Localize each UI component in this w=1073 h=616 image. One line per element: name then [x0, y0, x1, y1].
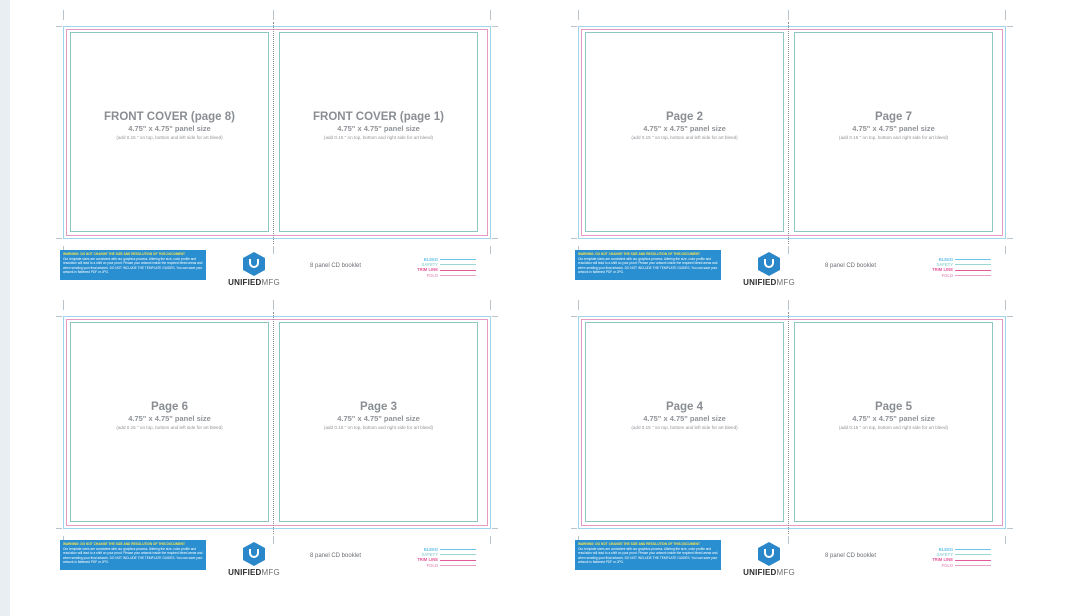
panel-size: 4.75" x 4.75" panel size [643, 124, 726, 133]
booklet-label: 8 panel CD booklet [825, 553, 877, 559]
warning-box: WARNING: DO NOT CHANGE THE SIZE AND RESO… [60, 250, 206, 280]
booklet-label: 8 panel CD booklet [310, 553, 362, 559]
panel-right: Page 7 4.75" x 4.75" panel size (add 0.1… [794, 32, 993, 232]
panel-bleed-note: (add 0.15 " on top, bottom and left side… [631, 425, 738, 430]
booklet-label: 8 panel CD booklet [310, 263, 362, 269]
panel-bleed-note: (add 0.15 " on top, bottom and left side… [631, 135, 738, 140]
warning-body: Our template sizes are consistent with o… [63, 257, 203, 274]
panel-size: 4.75" x 4.75" panel size [128, 124, 211, 133]
fold-line [788, 22, 789, 244]
panel-left: FRONT COVER (page 8) 4.75" x 4.75" panel… [70, 32, 269, 232]
panel-title: Page 6 [150, 401, 189, 413]
brand-name: UNIFIEDMFG [743, 278, 795, 287]
fold-line [273, 22, 274, 244]
legend-fold: FOLD [416, 273, 476, 278]
panel-size: 4.75" x 4.75" panel size [337, 414, 420, 423]
company-logo: UNIFIEDMFG [739, 252, 799, 288]
line-legend: BLEED SAFETY TRIM LINE FOLD [931, 257, 991, 278]
sheet-2: Page 2 4.75" x 4.75" panel size (add 0.1… [571, 10, 1013, 300]
brand-name: UNIFIEDMFG [743, 568, 795, 577]
warning-body: Our template sizes are consistent with o… [578, 257, 718, 274]
left-edge-strip [0, 0, 10, 616]
panel-title: FRONT COVER (page 1) [313, 111, 444, 123]
template-page: FRONT COVER (page 8) 4.75" x 4.75" panel… [10, 0, 1073, 616]
panel-title: Page 3 [359, 401, 398, 413]
line-legend: BLEED SAFETY TRIM LINE FOLD [416, 257, 476, 278]
line-legend: BLEED SAFETY TRIM LINE FOLD [931, 547, 991, 568]
warning-box: WARNING: DO NOT CHANGE THE SIZE AND RESO… [60, 540, 206, 570]
brand-name: UNIFIEDMFG [228, 568, 280, 577]
panel-bleed-note: (add 0.15 " on top, bottom and right sid… [838, 425, 949, 430]
panel-size: 4.75" x 4.75" panel size [852, 124, 935, 133]
hexagon-logo-icon [243, 542, 265, 566]
company-logo: UNIFIEDMFG [739, 542, 799, 578]
fold-line [788, 312, 789, 534]
warning-heading: WARNING: DO NOT CHANGE THE SIZE AND RESO… [578, 252, 700, 256]
warning-heading: WARNING: DO NOT CHANGE THE SIZE AND RESO… [578, 542, 700, 546]
booklet-label: 8 panel CD booklet [825, 263, 877, 269]
panel-title: Page 2 [665, 111, 704, 123]
warning-heading: WARNING: DO NOT CHANGE THE SIZE AND RESO… [63, 542, 185, 546]
panel-size: 4.75" x 4.75" panel size [852, 414, 935, 423]
sheet-4: Page 4 4.75" x 4.75" panel size (add 0.1… [571, 300, 1013, 590]
panel-left: Page 4 4.75" x 4.75" panel size (add 0.1… [585, 322, 784, 522]
warning-body: Our template sizes are consistent with o… [578, 547, 718, 564]
panel-title: Page 5 [874, 401, 913, 413]
panel-title: Page 4 [665, 401, 704, 413]
hexagon-logo-icon [243, 252, 265, 276]
panel-bleed-note: (add 0.15 " on top, bottom and right sid… [323, 135, 434, 140]
panel-title: FRONT COVER (page 8) [104, 111, 235, 123]
company-logo: UNIFIEDMFG [224, 252, 284, 288]
panel-size: 4.75" x 4.75" panel size [337, 124, 420, 133]
panel-bleed-note: (add 0.15 " on top, bottom and right sid… [323, 425, 434, 430]
panel-size: 4.75" x 4.75" panel size [128, 414, 211, 423]
brand-name: UNIFIEDMFG [228, 278, 280, 287]
legend-fold: FOLD [931, 563, 991, 568]
panel-bleed-note: (add 0.15 " on top, bottom and right sid… [838, 135, 949, 140]
warning-heading: WARNING: DO NOT CHANGE THE SIZE AND RESO… [63, 252, 185, 256]
panel-right: Page 5 4.75" x 4.75" panel size (add 0.1… [794, 322, 993, 522]
warning-box: WARNING: DO NOT CHANGE THE SIZE AND RESO… [575, 540, 721, 570]
panel-bleed-note: (add 0.15 " on top, bottom and left side… [116, 425, 223, 430]
panel-left: Page 2 4.75" x 4.75" panel size (add 0.1… [585, 32, 784, 232]
panel-left: Page 6 4.75" x 4.75" panel size (add 0.1… [70, 322, 269, 522]
panel-right: FRONT COVER (page 1) 4.75" x 4.75" panel… [279, 32, 478, 232]
fold-line [273, 312, 274, 534]
warning-box: WARNING: DO NOT CHANGE THE SIZE AND RESO… [575, 250, 721, 280]
hexagon-logo-icon [758, 542, 780, 566]
sheet-1: FRONT COVER (page 8) 4.75" x 4.75" panel… [56, 10, 498, 300]
panel-size: 4.75" x 4.75" panel size [643, 414, 726, 423]
panel-title: Page 7 [874, 111, 913, 123]
warning-body: Our template sizes are consistent with o… [63, 547, 203, 564]
legend-fold: FOLD [416, 563, 476, 568]
panel-bleed-note: (add 0.15 " on top, bottom and left side… [116, 135, 223, 140]
line-legend: BLEED SAFETY TRIM LINE FOLD [416, 547, 476, 568]
legend-fold: FOLD [931, 273, 991, 278]
panel-right: Page 3 4.75" x 4.75" panel size (add 0.1… [279, 322, 478, 522]
company-logo: UNIFIEDMFG [224, 542, 284, 578]
sheet-3: Page 6 4.75" x 4.75" panel size (add 0.1… [56, 300, 498, 590]
hexagon-logo-icon [758, 252, 780, 276]
